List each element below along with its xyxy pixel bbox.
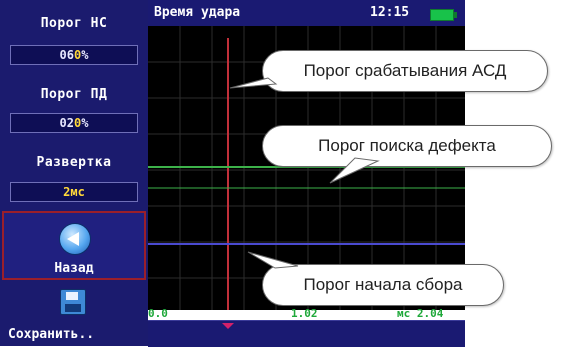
asd-callout-pointer: [229, 77, 278, 89]
callout-pointers: [229, 77, 380, 269]
device-screen: Порог НС 060% Порог ПД 020% Развертка 2м…: [0, 0, 576, 347]
collect-callout-pointer: [247, 251, 299, 269]
defect-callout-pointer: [329, 157, 380, 184]
